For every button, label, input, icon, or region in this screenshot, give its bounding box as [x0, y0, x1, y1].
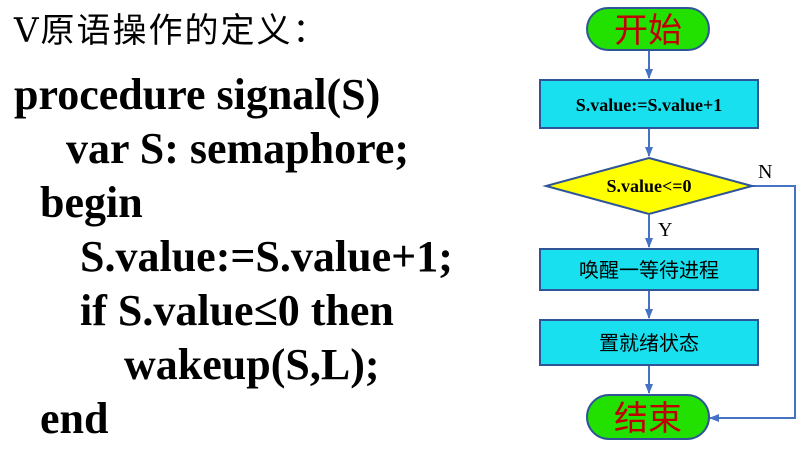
code-line-wakeup: wakeup(S,L); — [124, 340, 380, 389]
ready-step: 置就绪状态 — [539, 319, 759, 366]
wakeup-step-label: 唤醒一等待进程 — [579, 259, 719, 282]
increment-step-label: S.value:=S.value+1 — [576, 95, 723, 115]
flowchart: 开始 S.value:=S.value+1 S.value<=0 Y N 唤醒一… — [539, 7, 796, 440]
code-line-end: end — [40, 394, 109, 443]
decision-no-label: N — [758, 161, 772, 183]
code-line-begin: begin — [40, 178, 143, 227]
end-node: 结束 — [586, 394, 710, 440]
code-line-procedure: procedure signal(S) — [14, 70, 381, 119]
code-line-var: var S: semaphore; — [66, 124, 410, 173]
start-node: 开始 — [586, 7, 710, 51]
heading: V原语操作的定义： — [14, 11, 329, 51]
code-line-if: if S.value≤0 then — [80, 286, 394, 335]
decision-label: S.value<=0 — [606, 176, 691, 196]
ready-step-label: 置就绪状态 — [599, 332, 699, 355]
increment-step: S.value:=S.value+1 — [539, 79, 759, 129]
decision-node: S.value<=0 — [542, 156, 756, 216]
decision-yes-label: Y — [658, 219, 672, 241]
arrow-decision-no — [709, 185, 796, 422]
code-panel: V原语操作的定义： procedure signal(S) var S: sem… — [0, 0, 520, 453]
wakeup-step: 唤醒一等待进程 — [539, 248, 759, 291]
start-label: 开始 — [614, 12, 682, 50]
end-label: 结束 — [614, 400, 682, 438]
code-line-increment: S.value:=S.value+1; — [80, 232, 453, 281]
